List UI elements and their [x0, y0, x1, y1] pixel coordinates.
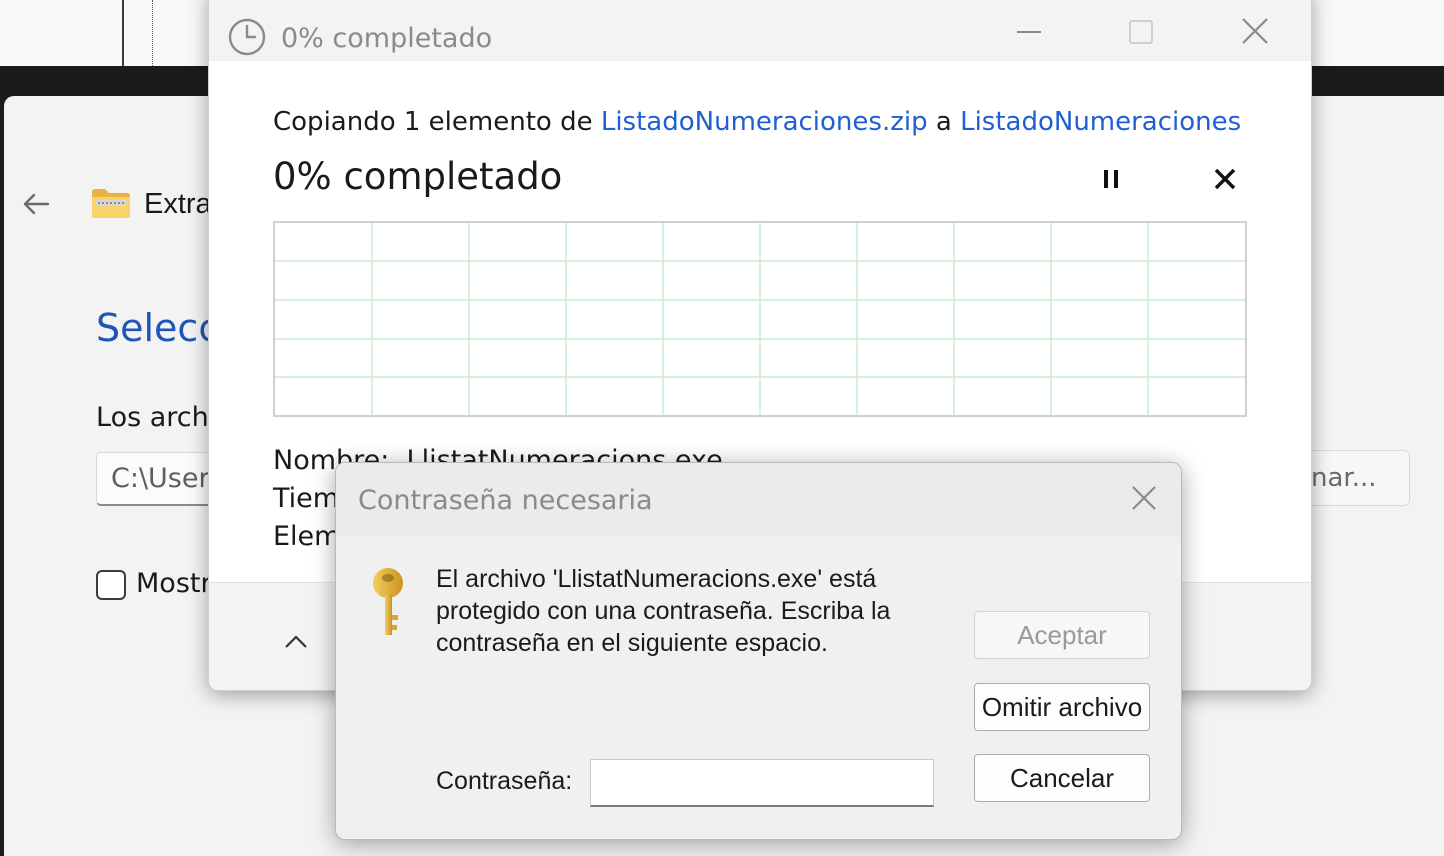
transfer-speed-graph: [273, 221, 1247, 417]
copy-middle: a: [927, 107, 961, 137]
wizard-title: Extra: [144, 188, 212, 220]
password-label: Contraseña:: [436, 767, 573, 795]
copy-titlebar: 0% completado: [209, 0, 1311, 61]
show-files-checkbox[interactable]: [96, 570, 126, 600]
accept-button[interactable]: Aceptar: [974, 611, 1150, 659]
close-window-button[interactable]: [1225, 7, 1285, 57]
clock-icon: [228, 18, 266, 56]
skip-file-button[interactable]: Omitir archivo: [974, 683, 1150, 731]
cancel-copy-icon[interactable]: [1211, 165, 1239, 193]
password-input[interactable]: [590, 759, 934, 807]
back-arrow-icon[interactable]: [18, 186, 54, 222]
path-text: C:\User: [111, 463, 210, 494]
key-icon: [373, 568, 403, 635]
divider: [152, 0, 153, 66]
pause-icon[interactable]: [1099, 167, 1123, 191]
chevron-up-icon[interactable]: [281, 627, 311, 657]
destination-link[interactable]: ListadoNumeraciones: [960, 107, 1241, 137]
browse-label: nar...: [1311, 463, 1377, 493]
password-message: El archivo 'LlistatNumeracions.exe' está…: [436, 565, 891, 657]
copy-window-title: 0% completado: [281, 23, 493, 54]
show-files-label: Mostr: [136, 568, 212, 599]
minimize-button[interactable]: [999, 7, 1059, 57]
maximize-button[interactable]: [1111, 7, 1171, 57]
graph-grid: [275, 223, 1245, 415]
password-dialog-title: Contraseña necesaria: [358, 485, 653, 516]
password-required-dialog: Contraseña necesaria El archivo 'Llistat…: [335, 462, 1182, 840]
cancel-button[interactable]: Cancelar: [974, 754, 1150, 802]
password-titlebar: Contraseña necesaria: [336, 463, 1181, 537]
source-link[interactable]: ListadoNumeraciones.zip: [601, 107, 928, 137]
items-remaining-label: Elem: [273, 521, 341, 552]
percent-complete-text: 0% completado: [273, 155, 563, 198]
destination-label: Los arch: [96, 402, 209, 433]
time-remaining-label: Tiem: [273, 483, 340, 514]
close-icon[interactable]: [1127, 481, 1161, 515]
zip-folder-icon: [90, 186, 132, 220]
divider: [122, 0, 124, 66]
copy-description: Copiando 1 elemento de ListadoNumeracion…: [273, 107, 1241, 137]
copy-prefix: Copiando 1 elemento de: [273, 107, 601, 137]
